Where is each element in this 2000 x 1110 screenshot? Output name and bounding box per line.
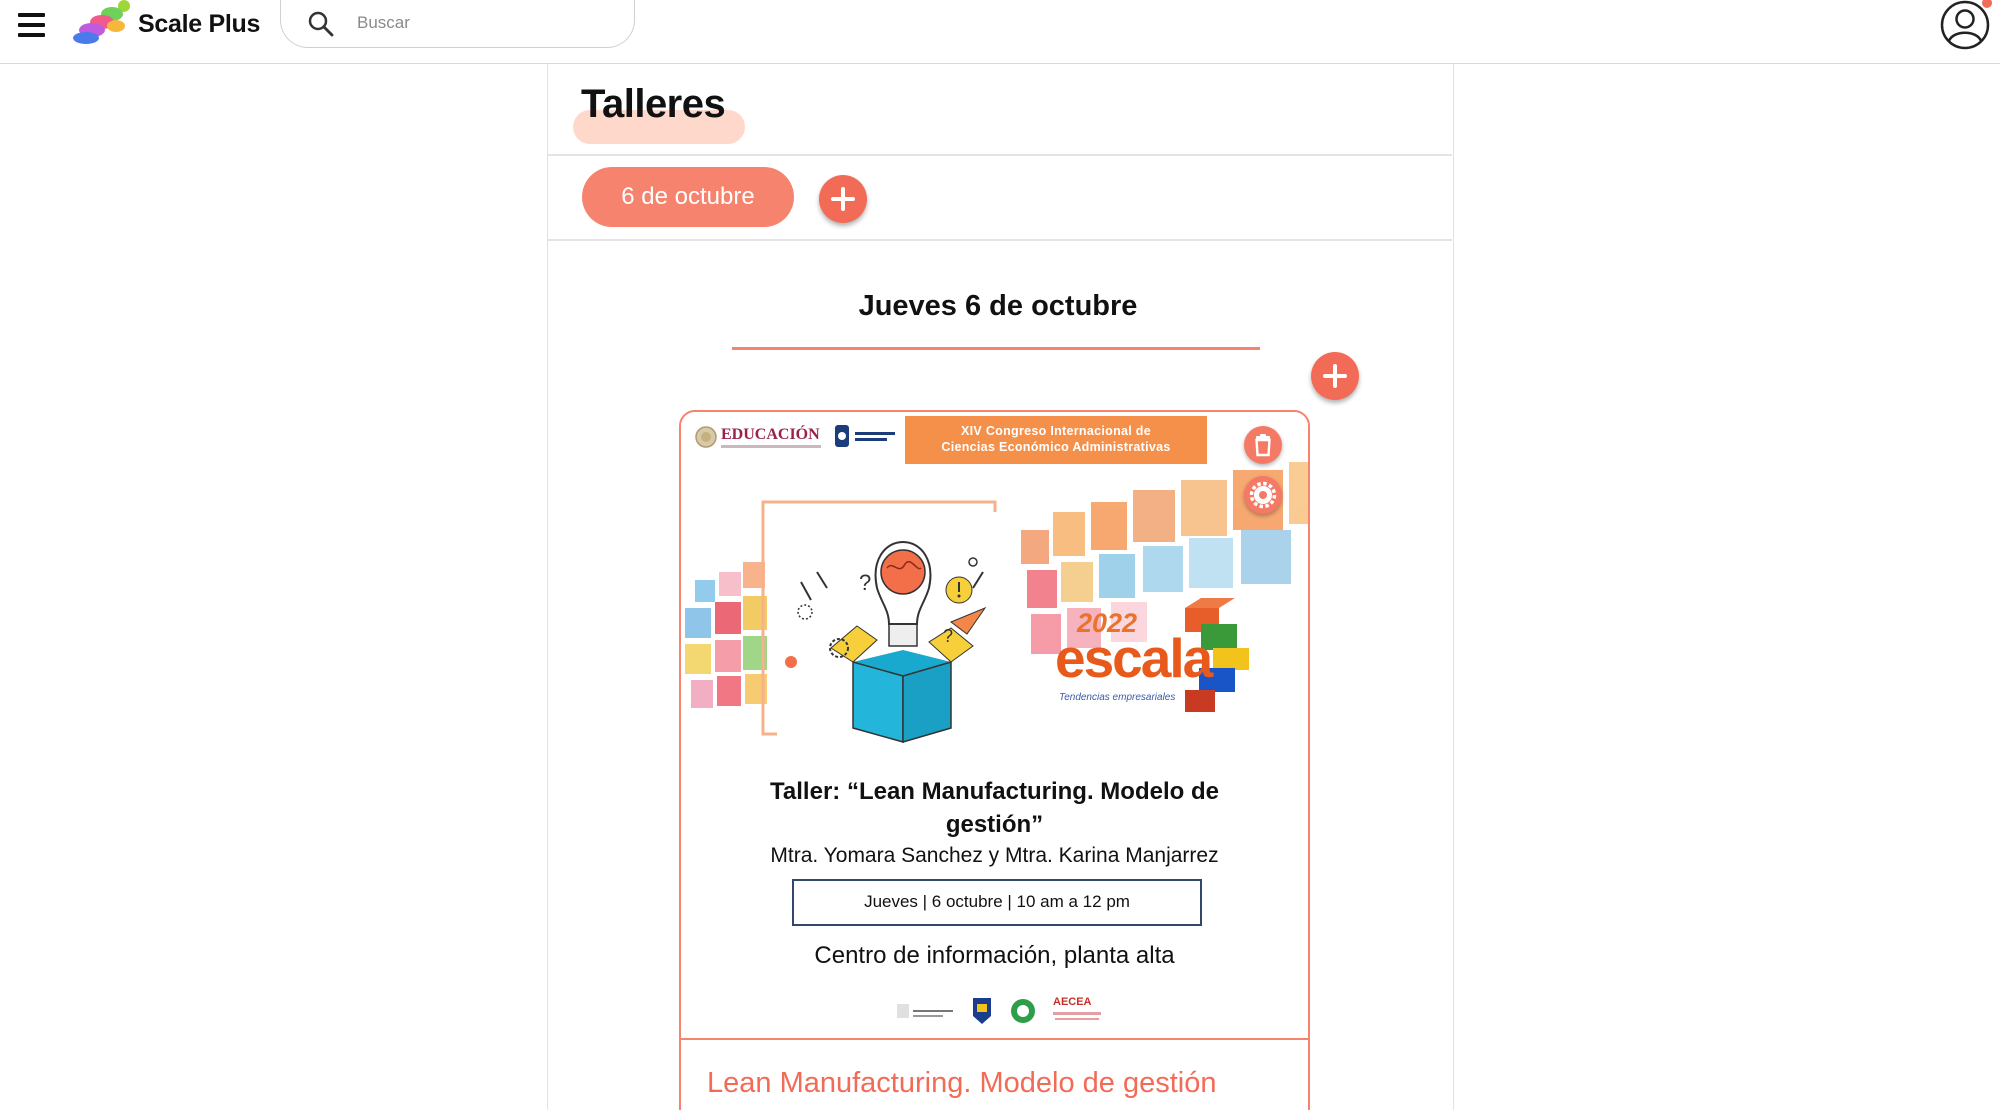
day-underline — [732, 347, 1260, 350]
divider — [548, 154, 1452, 156]
app-logo[interactable]: Scale Plus — [72, 0, 272, 48]
day-heading: Jueves 6 de octubre — [858, 290, 1138, 322]
card-divider — [681, 1038, 1308, 1040]
sponsor-logos: AECEA — [895, 994, 1105, 1028]
delete-workshop-button[interactable] — [1244, 426, 1282, 464]
search-icon — [308, 11, 334, 37]
circle-logo-icon — [1011, 999, 1035, 1023]
svg-text:?: ? — [943, 626, 953, 646]
logo-mark-icon — [73, 0, 130, 44]
sponsor-logo-icon — [897, 1004, 953, 1018]
workshop-location: Centro de información, planta alta — [814, 942, 1175, 969]
escala-brand: 2022 escala Tendencias empresariales — [1055, 608, 1213, 703]
date-tab-selected[interactable]: 6 de octubre — [582, 167, 794, 227]
divider — [548, 239, 1452, 241]
add-date-button[interactable] — [819, 175, 867, 223]
gear-icon — [1249, 481, 1277, 509]
settings-workshop-button[interactable] — [1244, 476, 1282, 514]
page-title: Talleres — [581, 82, 726, 126]
page-header: Talleres — [573, 82, 745, 144]
top-bar: Scale Plus — [0, 0, 2000, 64]
workshop-title: Taller: “Lean Manufacturing. Modelo de g… — [770, 778, 1219, 838]
user-icon[interactable] — [1938, 0, 1992, 52]
shield-icon — [973, 998, 991, 1024]
workshop-schedule: Jueves | 6 octubre | 10 am a 12 pm — [792, 879, 1202, 926]
search-input[interactable] — [357, 10, 607, 36]
workshop-card[interactable]: EDUCACIÓN XIV Congreso Internacional de … — [679, 410, 1310, 1110]
aecea-logo: AECEA — [1053, 996, 1103, 1026]
menu-icon[interactable] — [14, 8, 50, 44]
workshop-speakers: Mtra. Yomara Sanchez y Mtra. Karina Manj… — [770, 844, 1219, 867]
svg-text:?: ? — [859, 570, 871, 595]
app-name: Scale Plus — [138, 10, 261, 38]
trash-icon — [1255, 434, 1271, 457]
search-bar[interactable] — [280, 0, 635, 48]
workshop-caption[interactable]: Lean Manufacturing. Modelo de gestión — [707, 1067, 1216, 1100]
add-workshop-button[interactable] — [1311, 352, 1359, 400]
workshop-poster: EDUCACIÓN XIV Congreso Internacional de … — [681, 412, 1308, 1039]
poster-artwork: ? ? — [685, 462, 1308, 743]
